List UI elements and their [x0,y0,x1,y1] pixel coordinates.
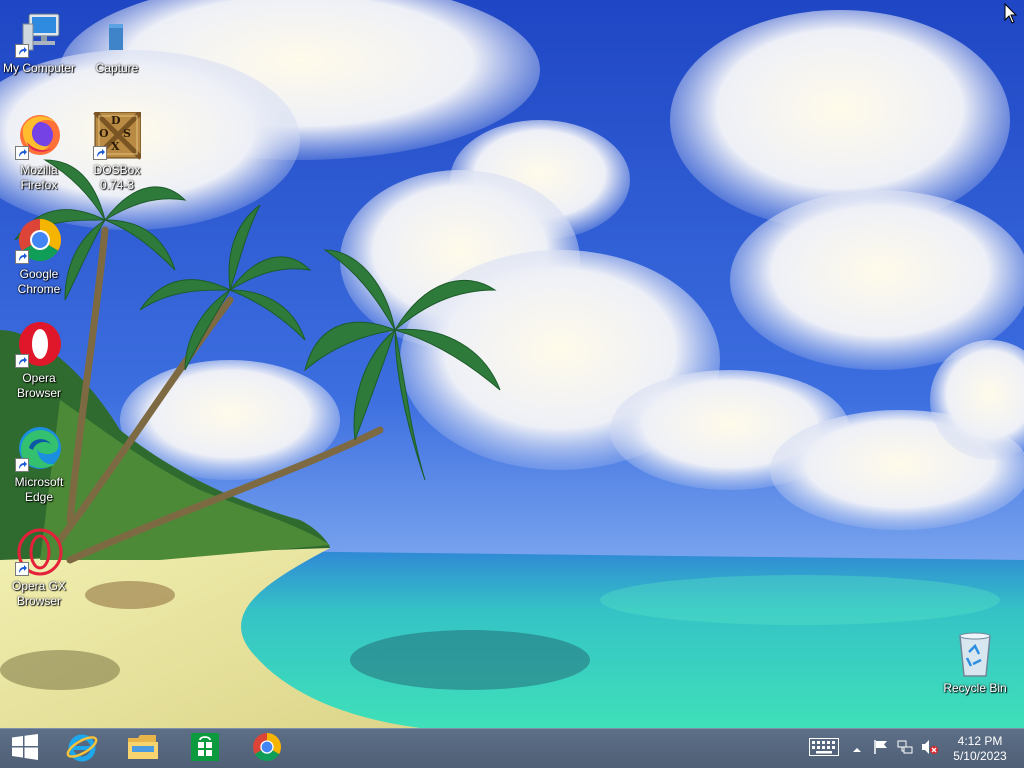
desktop-icon-edge[interactable]: Microsoft Edge [0,424,78,505]
mouse-cursor-icon [1004,2,1018,30]
desktop-icon-recycle-bin[interactable]: Recycle Bin [936,630,1014,696]
chevron-up-icon [852,740,862,758]
desktop-icon-opera[interactable]: Opera Browser [0,320,78,401]
opera-gx-icon [15,528,63,576]
file-icon [93,10,141,58]
taskbar: 4:12 PM 5/10/2023 [0,728,1024,768]
desktop-wallpaper [0,0,1024,728]
volume-muted-icon [921,739,939,760]
firefox-icon [15,112,63,160]
desktop-icon-my-computer[interactable]: My Computer [0,10,78,76]
store-icon [189,731,221,768]
desktop-icon-firefox[interactable]: Mozilla Firefox [0,112,78,193]
shortcut-arrow-icon [15,354,29,368]
dosbox-logo-text: D [111,114,121,127]
desktop-icon-capture[interactable]: Capture [78,10,156,76]
desktop-icon-label: Mozilla Firefox [20,163,58,192]
taskbar-file-explorer[interactable] [114,729,172,768]
touch-keyboard-button[interactable] [806,729,842,768]
network-button[interactable] [894,729,916,768]
chrome-icon [251,731,283,768]
start-button[interactable] [0,729,50,768]
dosbox-icon: D O S X [93,110,143,160]
internet-explorer-icon [65,730,99,768]
shortcut-arrow-icon [93,146,107,160]
desktop-icon-label: Opera GX Browser [11,579,67,608]
clock-time: 4:12 PM [957,734,1003,748]
edge-icon [15,424,63,472]
action-center-button[interactable] [870,729,892,768]
shortcut-arrow-icon [15,44,29,58]
show-hidden-icons-button[interactable] [848,729,866,768]
desktop-icon-label: Capture [95,61,139,75]
desktop-icon-label: My Computer [2,61,76,75]
desktop-icon-label: Microsoft Edge [14,475,64,504]
shortcut-arrow-icon [15,146,29,160]
keyboard-icon [809,737,839,761]
desktop-icon-label: Recycle Bin [943,681,1007,695]
taskbar-clock[interactable]: 4:12 PM 5/10/2023 [950,734,1010,764]
recycle-bin-icon [951,630,999,678]
taskbar-internet-explorer[interactable] [54,729,110,768]
desktop-icon-opera-gx[interactable]: Opera GX Browser [0,528,78,609]
computer-icon [15,10,63,58]
taskbar-store[interactable] [176,729,234,768]
shortcut-arrow-icon [15,562,29,576]
network-icon [897,739,913,760]
desktop-icon-label: DOSBox 0.74-3 [93,163,141,192]
opera-icon [15,320,63,368]
chrome-icon [15,216,63,264]
flag-icon [873,739,889,760]
desktop-icon-chrome[interactable]: Google Chrome [0,216,78,297]
desktop-icon-label: Opera Browser [16,371,61,400]
taskbar-chrome[interactable] [238,729,296,768]
desktop-icon-label: Google Chrome [17,267,61,296]
desktop-icon-dosbox[interactable]: D O S X DOSBox 0.74-3 [78,110,156,193]
shortcut-arrow-icon [15,458,29,472]
start-icon [11,733,39,766]
clock-date: 5/10/2023 [953,749,1007,763]
shortcut-arrow-icon [15,250,29,264]
volume-button[interactable] [918,729,942,768]
file-explorer-icon [126,732,160,767]
